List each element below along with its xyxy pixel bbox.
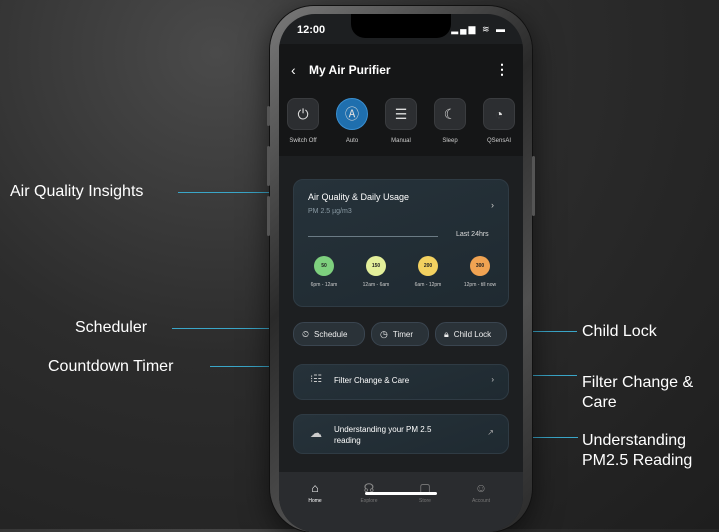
tab-label: Explore	[360, 498, 378, 504]
sliders-icon[interactable]: ☰	[385, 98, 417, 130]
mode-auto[interactable]: Ⓐ Auto	[328, 98, 376, 144]
chevron-right-icon[interactable]: ›	[491, 200, 494, 210]
pm-reading-label: 6am - 12pm	[414, 282, 442, 288]
schedule-label: Schedule	[314, 329, 348, 339]
header-panel: ‹ My Air Purifier ⋮ ⏻ Switch Off Ⓐ Auto …	[279, 44, 523, 156]
home-indicator	[365, 492, 437, 495]
timer-icon: ◷	[380, 328, 388, 339]
mode-switch-off[interactable]: ⏻ Switch Off	[279, 98, 327, 144]
mode-manual[interactable]: ☰ Manual	[377, 98, 425, 144]
child-lock-button[interactable]: 🔒︎ Child Lock	[435, 322, 507, 346]
pm-reading: 300 12pm - till now	[454, 256, 506, 288]
callout-pm-line-1: Understanding	[582, 432, 687, 449]
chevron-right-icon[interactable]: ›	[491, 375, 494, 384]
timer-label: Timer	[392, 329, 414, 339]
moon-icon[interactable]: ☾	[434, 98, 466, 130]
mode-label: Manual	[391, 138, 411, 144]
tab-label: Store	[419, 498, 431, 504]
pm-reading: 50 6pm - 12am	[298, 256, 350, 288]
cloud-icon: ☁	[310, 426, 322, 440]
pm-reading-label: 6pm - 12am	[310, 282, 338, 288]
time-range-label: Last 24hrs	[456, 231, 489, 238]
pm-reading: 150 12am - 6am	[350, 256, 402, 288]
bottom-tab-bar: ⌂ Home ☊ Explore ▢ Store ☺ Account	[279, 472, 523, 532]
status-icons: ▂▄▆ ≋ ▬	[451, 24, 507, 34]
air-quality-subtitle: PM 2.5 µg/m3	[308, 208, 352, 215]
callout-scheduler: Scheduler	[75, 319, 148, 336]
page-title: My Air Purifier	[309, 63, 391, 77]
external-arrow-icon[interactable]: ↗	[487, 428, 494, 437]
air-quality-title: Air Quality & Daily Usage	[308, 192, 410, 202]
air-quality-card[interactable]: Air Quality & Daily Usage PM 2.5 µg/m3 ›…	[293, 179, 509, 307]
callout-child-lock: Child Lock	[582, 323, 657, 340]
mode-qsensai[interactable]: ◔ QSensAI	[475, 98, 523, 144]
schedule-button[interactable]: ⏲ Schedule	[293, 322, 365, 346]
volume-up-button	[267, 146, 270, 186]
callout-air-quality-insights: Air Quality Insights	[10, 183, 144, 200]
filter-change-title: Filter Change & Care	[334, 376, 410, 385]
callout-countdown-timer: Countdown Timer	[48, 358, 174, 375]
pm-reading-label: 12pm - till now	[463, 282, 497, 288]
pm-reading-circle: 300	[470, 256, 490, 276]
notch	[351, 14, 451, 38]
schedule-icon: ⏲	[302, 328, 310, 339]
timeline-line	[308, 236, 438, 237]
phone-screen: 12:00 ▂▄▆ ≋ ▬ ‹ My Air Purifier ⋮ ⏻ Swit…	[279, 14, 523, 532]
callout-filter-line-2: Care	[582, 394, 617, 411]
mode-sleep[interactable]: ☾ Sleep	[426, 98, 474, 144]
pm-reading-title: Understanding your PM 2.5 reading	[334, 425, 432, 445]
mode-label: Sleep	[442, 138, 458, 144]
home-icon: ⌂	[311, 481, 319, 495]
back-icon[interactable]: ‹	[291, 62, 296, 78]
tab-label: Account	[471, 498, 491, 504]
volume-down-button	[267, 196, 270, 236]
status-time: 12:00	[297, 24, 326, 36]
pm-reading: 200 6am - 12pm	[402, 256, 454, 288]
side-button	[267, 106, 270, 126]
qsensai-icon[interactable]: ◔	[483, 98, 515, 130]
pm-reading-circle: 50	[314, 256, 334, 276]
callout-filter-line-1: Filter Change &	[582, 374, 694, 391]
auto-icon[interactable]: Ⓐ	[336, 98, 368, 130]
pm-reading-label: 12am - 6am	[362, 282, 390, 288]
phone-frame: 12:00 ▂▄▆ ≋ ▬ ‹ My Air Purifier ⋮ ⏻ Swit…	[267, 6, 535, 532]
callout-pm-line-2: PM2.5 Reading	[582, 452, 693, 469]
filter-change-card[interactable]: ⁝☷ Filter Change & Care ›	[293, 364, 509, 400]
tab-home[interactable]: ⌂ Home	[293, 481, 337, 504]
pm-reading-card[interactable]: ☁ Understanding your PM 2.5 reading ↗	[293, 414, 509, 454]
child-lock-label: Child Lock	[453, 329, 492, 339]
more-options-icon[interactable]: ⋮	[495, 61, 509, 78]
mode-label: Auto	[345, 138, 359, 144]
account-icon: ☺	[474, 481, 488, 495]
tab-account[interactable]: ☺ Account	[459, 481, 503, 504]
pm-reading-circle: 200	[418, 256, 438, 276]
lock-icon: 🔒︎	[444, 328, 449, 339]
power-button	[532, 156, 535, 216]
pm-reading-circle: 150	[366, 256, 386, 276]
timer-button[interactable]: ◷ Timer	[371, 322, 429, 346]
mode-label: Switch Off	[289, 138, 317, 144]
filter-icon: ⁝☷	[310, 374, 323, 385]
mode-label: QSensAI	[486, 138, 511, 144]
tab-label: Home	[308, 498, 322, 504]
power-icon[interactable]: ⏻	[287, 98, 319, 130]
